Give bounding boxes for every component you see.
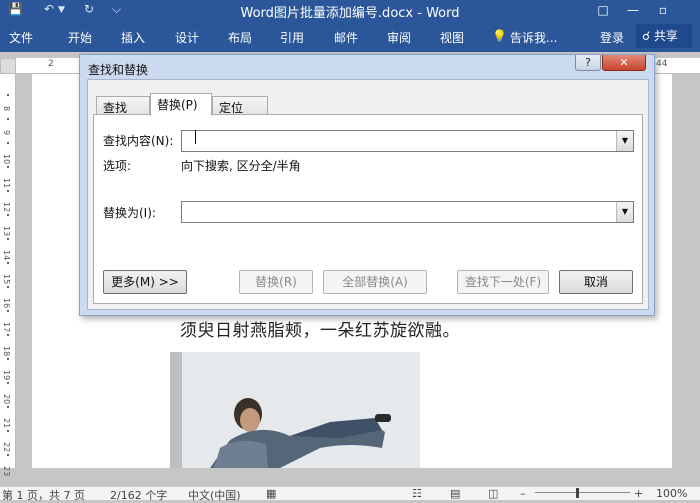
ruler-tick	[7, 382, 9, 384]
dialog-body: 查找(D) 替换(P) 定位(G) 查找内容(N): ▼ 选项: 向下搜索, 区…	[87, 79, 649, 310]
ruler-mark: 20	[2, 394, 11, 405]
text-cursor-icon	[195, 130, 196, 144]
ruler-mark: 2	[48, 59, 54, 69]
tab-find[interactable]: 查找(D)	[96, 96, 150, 130]
ruler-tick	[7, 454, 9, 456]
web-layout-icon[interactable]: ◫	[488, 487, 498, 500]
tab-review[interactable]: 审阅	[387, 29, 411, 46]
ruler-tick	[7, 94, 9, 96]
ruler-mark: 18	[2, 346, 11, 357]
ruler-tick	[7, 166, 9, 168]
ruler-tick	[7, 214, 9, 216]
ruler-mark: 44	[656, 59, 668, 69]
ruler-mark: 16	[2, 298, 11, 309]
find-replace-dialog: 查找和替换 ? ✕ 查找(D) 替换(P) 定位(G) 查找内容(N): ▼ 选…	[79, 54, 655, 316]
tab-references[interactable]: 引用	[280, 29, 304, 46]
tab-stop-selector[interactable]	[0, 58, 16, 74]
ruler-mark: 10	[2, 154, 11, 165]
zoom-slider[interactable]	[535, 492, 630, 493]
tab-view[interactable]: 视图	[440, 29, 464, 46]
ruler-tick	[7, 142, 9, 144]
ribbon-tabs: 文件 开始 插入 设计 布局 引用 邮件 审阅 视图 💡 告诉我... 登录	[0, 20, 700, 52]
document-photo[interactable]	[170, 352, 420, 468]
ruler-tick	[7, 334, 9, 336]
login-link[interactable]: 登录	[600, 29, 624, 46]
ruler-mark: 12	[2, 202, 11, 213]
replace-all-button[interactable]: 全部替换(A)	[323, 270, 427, 294]
vertical-ruler[interactable]: 8 9 10 11 12 13 14 15 16 17 18 19 20 21 22 23	[0, 74, 16, 476]
ruler-mark: 13	[2, 226, 11, 237]
ruler-mark: 17	[2, 322, 11, 333]
ruler-tick	[7, 238, 9, 240]
replace-button[interactable]: 替换(R)	[239, 270, 313, 294]
ruler-mark: 11	[2, 178, 11, 189]
find-next-button[interactable]: 查找下一处(F)	[457, 270, 549, 294]
tab-replace[interactable]: 替换(P)	[150, 93, 212, 116]
ruler-tick	[7, 406, 9, 408]
find-input[interactable]: ▼	[181, 130, 634, 152]
macro-icon[interactable]: ▦	[266, 487, 276, 500]
ruler-mark: 14	[2, 250, 11, 261]
restore-button[interactable]: ▫	[648, 0, 678, 20]
options-label: 选项:	[103, 159, 132, 173]
options-value: 向下搜索, 区分全/半角	[181, 159, 301, 173]
ruler-tick	[7, 286, 9, 288]
ruler-mark: 15	[2, 274, 11, 285]
tab-design[interactable]: 设计	[175, 29, 199, 46]
title-bar: 💾 ↶ ▼ ↻ ⌵ Word图片批量添加编号.docx - Word □ — ▫	[0, 0, 700, 21]
print-layout-icon[interactable]: ▤	[450, 487, 460, 500]
tab-layout[interactable]: 布局	[228, 29, 252, 46]
tab-insert[interactable]: 插入	[121, 29, 145, 46]
share-button[interactable]: ☌ 共享	[636, 24, 692, 48]
zoom-out-icon[interactable]: –	[520, 487, 526, 500]
tab-goto[interactable]: 定位(G)	[212, 96, 268, 130]
photo-figure	[170, 352, 420, 468]
zoom-slider-thumb[interactable]	[576, 488, 579, 498]
replace-input[interactable]: ▼	[181, 201, 634, 223]
page-count[interactable]: 第 1 页，共 7 页	[2, 487, 85, 503]
cancel-button[interactable]: 取消	[559, 270, 633, 294]
status-bar: 第 1 页，共 7 页 2/162 个字 中文(中国) ▦ ☷ ▤ ◫ – + …	[0, 486, 700, 503]
dialog-title: 查找和替换	[88, 63, 149, 77]
find-label: 查找内容(N):	[103, 134, 174, 148]
chevron-down-icon[interactable]: ▼	[616, 131, 633, 151]
ruler-mark: 19	[2, 370, 11, 381]
ruler-tick	[7, 358, 9, 360]
tell-me-box[interactable]: 告诉我...	[510, 29, 557, 46]
close-button[interactable]: ✕	[602, 55, 646, 71]
share-label: 共享	[653, 29, 678, 43]
zoom-level[interactable]: 100%	[656, 487, 687, 500]
ruler-tick	[7, 262, 9, 264]
person-icon: ☌	[642, 29, 651, 43]
word-count[interactable]: 2/162 个字	[110, 487, 167, 503]
document-text-line[interactable]: 须臾日射燕脂颊，一朵红苏旋欲融。	[180, 316, 460, 341]
replace-label: 替换为(I):	[103, 206, 156, 220]
zoom-in-icon[interactable]: +	[634, 487, 643, 500]
ruler-tick	[7, 430, 9, 432]
ruler-mark: 22	[2, 442, 11, 453]
ruler-mark: 23	[2, 466, 11, 477]
replace-panel: 查找内容(N): ▼ 选项: 向下搜索, 区分全/半角 替换为(I): ▼ 更多…	[93, 114, 643, 304]
ruler-tick	[7, 190, 9, 192]
ruler-tick	[7, 118, 9, 120]
ruler-mark: 8	[2, 106, 11, 112]
chevron-down-icon[interactable]: ▼	[616, 202, 633, 222]
tab-home[interactable]: 开始	[68, 29, 92, 46]
ribbon-display-options-icon[interactable]: □	[588, 0, 618, 20]
tab-file[interactable]: 文件	[9, 29, 33, 46]
minimize-button[interactable]: —	[618, 0, 648, 20]
ruler-mark: 21	[2, 418, 11, 429]
more-button[interactable]: 更多(M) >>	[103, 270, 187, 294]
ruler-mark: 9	[2, 130, 11, 136]
lightbulb-icon: 💡	[492, 29, 507, 43]
ruler-tick	[7, 310, 9, 312]
tab-mailings[interactable]: 邮件	[334, 29, 358, 46]
language[interactable]: 中文(中国)	[188, 487, 241, 503]
help-button[interactable]: ?	[575, 55, 601, 71]
read-mode-icon[interactable]: ☷	[412, 487, 422, 500]
